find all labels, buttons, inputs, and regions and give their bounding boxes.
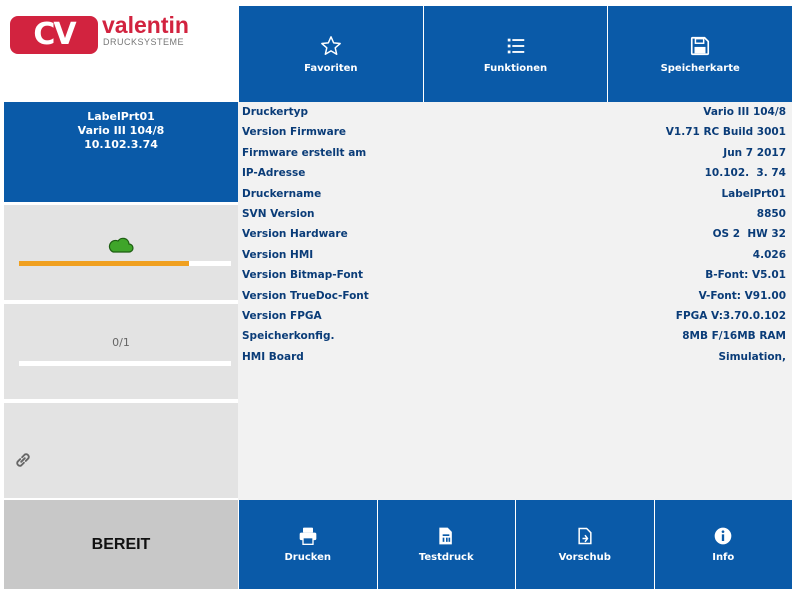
list-icon bbox=[507, 38, 524, 53]
status-label: BEREIT bbox=[4, 500, 238, 589]
feed-button-label: Vorschub bbox=[558, 552, 611, 563]
info-row: Version FPGA FPGA V:3.70.0.102 bbox=[238, 306, 792, 326]
feed-button[interactable]: Vorschub bbox=[515, 500, 654, 589]
info-row: Version Firmware V1.71 RC Build 3001 bbox=[238, 122, 792, 142]
job-count: 0/1 bbox=[112, 336, 130, 349]
logo: CV valentin DRUCKSYSTEME bbox=[4, 6, 238, 102]
feed-icon bbox=[578, 527, 592, 545]
print-button-label: Drucken bbox=[284, 552, 332, 563]
info-key: Version TrueDoc-Font bbox=[242, 289, 369, 302]
info-value: 10.102. 3. 74 bbox=[704, 167, 786, 180]
info-value: OS 2 HW 32 bbox=[712, 228, 786, 241]
info-row: HMI Board Simulation, bbox=[238, 347, 792, 367]
info-row: Version Bitmap-Font B-Font: V5.01 bbox=[238, 265, 792, 285]
cloud-icon bbox=[108, 237, 134, 253]
info-row: Version TrueDoc-Font V-Font: V91.00 bbox=[238, 286, 792, 306]
info-row: Druckertyp Vario III 104/8 bbox=[238, 102, 792, 122]
info-value: LabelPrt01 bbox=[721, 187, 786, 200]
bottom-buttons: Drucken Testdruck Vorschub Info bbox=[238, 500, 792, 589]
info-row: Druckername LabelPrt01 bbox=[238, 184, 792, 204]
info-button[interactable]: Info bbox=[653, 500, 792, 589]
info-key: Druckername bbox=[242, 187, 322, 200]
printer-icon bbox=[299, 527, 317, 545]
tab-favoriten-label: Favoriten bbox=[304, 62, 358, 74]
info-row: SVN Version 8850 bbox=[238, 204, 792, 224]
printer-hmi: CV valentin DRUCKSYSTEME LabelPrt01 Vari… bbox=[4, 6, 792, 589]
print-button[interactable]: Drucken bbox=[238, 500, 377, 589]
tab-speicherkarte-label: Speicherkarte bbox=[660, 62, 740, 74]
device-summary: LabelPrt01 Vario III 104/8 10.102.3.74 bbox=[4, 102, 238, 202]
device-ip: 10.102.3.74 bbox=[84, 138, 158, 151]
tab-favoriten[interactable]: Favoriten bbox=[238, 6, 423, 102]
info-value: Vario III 104/8 bbox=[703, 106, 786, 118]
info-key: HMI Board bbox=[242, 350, 304, 363]
info-key: Speicherkonfig. bbox=[242, 330, 335, 343]
info-key: Version Bitmap-Font bbox=[242, 269, 364, 282]
info-key: Version HMI bbox=[242, 248, 314, 261]
info-key: Version FPGA bbox=[242, 309, 322, 322]
ribbon-progress-fill bbox=[19, 261, 189, 266]
logo-subtitle: DRUCKSYSTEME bbox=[103, 37, 185, 47]
info-value: Jun 7 2017 bbox=[723, 146, 786, 159]
top-tabs: Favoriten Funktionen Speicherkarte bbox=[238, 6, 792, 102]
info-value: FPGA V:3.70.0.102 bbox=[675, 309, 786, 322]
tab-funktionen-label: Funktionen bbox=[483, 62, 548, 74]
ribbon-progress-bar bbox=[19, 261, 231, 266]
device-model: Vario III 104/8 bbox=[77, 124, 165, 137]
info-value: V-Font: V91.00 bbox=[698, 289, 786, 302]
device-name: LabelPrt01 bbox=[87, 110, 155, 123]
save-icon bbox=[691, 36, 710, 55]
info-value: B-Font: V5.01 bbox=[705, 269, 786, 282]
info-key: Version Hardware bbox=[242, 228, 348, 241]
job-panel: 0/1 bbox=[4, 303, 238, 399]
test-print-button-label: Testdruck bbox=[418, 552, 474, 563]
info-row: Firmware erstellt am Jun 7 2017 bbox=[238, 143, 792, 163]
info-key: Firmware erstellt am bbox=[242, 146, 367, 159]
logo-brand: valentin bbox=[102, 12, 189, 38]
tab-funktionen[interactable]: Funktionen bbox=[422, 6, 608, 102]
printer-info-table: Druckertyp Vario III 104/8 Version Firmwa… bbox=[238, 102, 792, 500]
logo-mark: CV bbox=[10, 16, 98, 54]
info-button-label: Info bbox=[712, 552, 735, 563]
job-progress-bar bbox=[19, 361, 231, 366]
tab-speicherkarte[interactable]: Speicherkarte bbox=[607, 6, 792, 102]
info-key: Version Firmware bbox=[242, 126, 347, 139]
test-print-button[interactable]: Testdruck bbox=[376, 500, 515, 589]
info-value: 8MB F/16MB RAM bbox=[682, 330, 786, 343]
info-value: V1.71 RC Build 3001 bbox=[665, 126, 786, 139]
info-key: IP-Adresse bbox=[242, 167, 306, 180]
info-icon bbox=[714, 527, 732, 545]
info-value: 4.026 bbox=[752, 248, 786, 261]
link-icon[interactable] bbox=[12, 449, 34, 471]
star-icon bbox=[320, 35, 341, 55]
info-row: Speicherkonfig. 8MB F/16MB RAM bbox=[238, 326, 792, 346]
test-print-icon bbox=[439, 527, 453, 545]
ribbon-panel bbox=[4, 204, 238, 300]
info-row: Version HMI 4.026 bbox=[238, 245, 792, 265]
info-row: IP-Adresse 10.102. 3. 74 bbox=[238, 163, 792, 183]
info-key: SVN Version bbox=[242, 207, 315, 220]
info-row: Version Hardware OS 2 HW 32 bbox=[238, 224, 792, 244]
info-value: 8850 bbox=[756, 207, 786, 220]
connection-panel bbox=[4, 402, 238, 498]
info-value: Simulation, bbox=[718, 350, 786, 363]
info-key: Druckertyp bbox=[242, 106, 308, 118]
